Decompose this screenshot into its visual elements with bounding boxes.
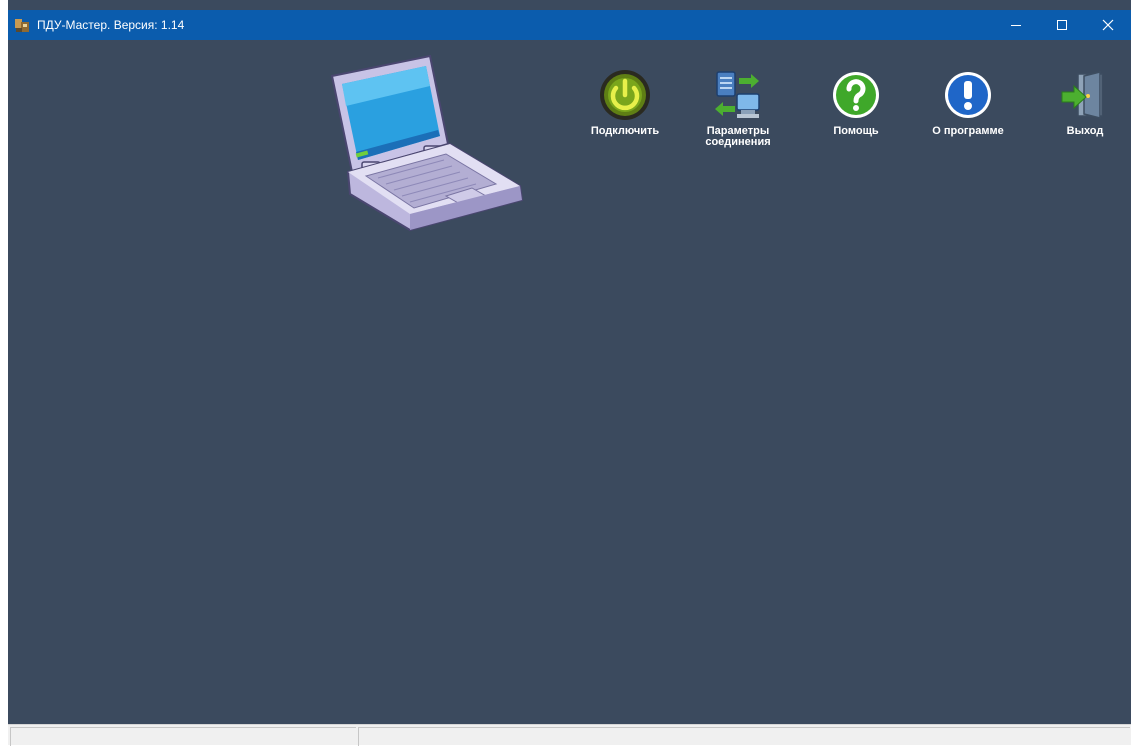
- app-icon[interactable]: [13, 16, 31, 34]
- main-content: Подключить Параметры соединения Помощь О…: [8, 40, 1131, 724]
- window-controls: [993, 10, 1131, 40]
- app-window: ПДУ-Мастер. Версия: 1.14 Подключить Пара…: [8, 0, 1131, 746]
- laptop-icon: [326, 54, 526, 237]
- network-settings-icon: [715, 71, 760, 118]
- status-bar: [8, 724, 1131, 746]
- window-title: ПДУ-Мастер. Версия: 1.14: [37, 18, 185, 32]
- about-button[interactable]: О программе: [920, 68, 1016, 137]
- connect-button[interactable]: Подключить: [580, 68, 670, 137]
- exit-door-icon: [1061, 71, 1103, 119]
- help-label: Помощь: [833, 125, 879, 137]
- minimize-button[interactable]: [993, 10, 1039, 40]
- maximize-button[interactable]: [1039, 10, 1085, 40]
- close-icon: [1102, 19, 1114, 31]
- exit-button[interactable]: Выход: [1048, 68, 1122, 137]
- connection-params-button[interactable]: Параметры соединения: [690, 68, 786, 148]
- power-icon: [600, 70, 650, 120]
- about-label: О программе: [932, 125, 1004, 137]
- connect-label: Подключить: [590, 125, 660, 137]
- status-panel-2: [358, 727, 1130, 746]
- help-icon: [833, 72, 879, 118]
- title-bar[interactable]: ПДУ-Мастер. Версия: 1.14: [8, 10, 1131, 40]
- connection-params-label-line2: соединения: [705, 136, 771, 148]
- help-button[interactable]: Помощь: [814, 68, 898, 137]
- maximize-icon: [1057, 20, 1067, 30]
- minimize-icon: [1011, 25, 1021, 26]
- close-button[interactable]: [1085, 10, 1131, 40]
- exit-label: Выход: [1066, 125, 1104, 137]
- info-icon: [945, 72, 991, 118]
- status-panel-1: [10, 727, 356, 746]
